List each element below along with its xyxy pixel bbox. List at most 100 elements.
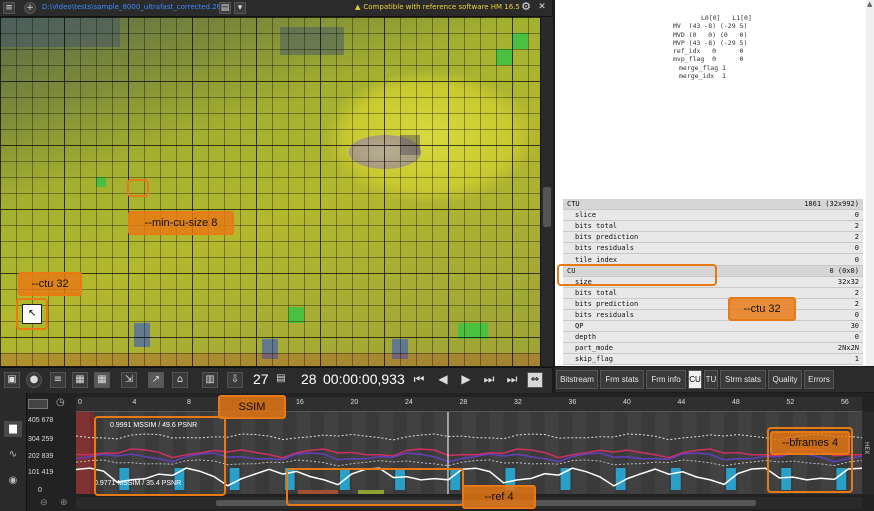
ref-highlight — [286, 468, 464, 506]
cu-grid-toggle-icon[interactable]: ▦ — [94, 372, 110, 388]
cu-block — [512, 33, 528, 49]
side-tab[interactable]: HEX — [863, 442, 870, 454]
video-frame-view[interactable] — [0, 17, 540, 366]
mvp-line: MVP (43 -8) (-29 5) — [673, 38, 748, 47]
cu-block — [400, 135, 420, 155]
tab-quality[interactable]: Quality — [768, 370, 802, 389]
ctu-callout-left: --ctu 32 — [18, 272, 82, 296]
eye-icon[interactable]: ◉ — [4, 473, 22, 489]
mvp-flag-line: mvp_flag 0 0 — [673, 55, 744, 64]
mv-line: MV (43 -8) (-29 5) — [673, 22, 748, 31]
tab-cu[interactable]: CU — [688, 370, 702, 389]
cu-table-row[interactable]: CTU 1861 (32x992) — [563, 199, 863, 211]
cu-table-row[interactable]: slice 0 — [563, 209, 863, 222]
frame-icon[interactable]: ▥ — [202, 372, 218, 388]
cu-row — [0, 353, 540, 366]
cu-table-row[interactable]: bits prediction 2 — [563, 298, 863, 310]
playback-toolbar: ▣ ● ≡ ▦ ▦ ⇲ ↗ ⌂ ▥ ⇩ 27 ▤ 28 00:00:00,933… — [0, 367, 552, 393]
tab-bitstream[interactable]: Bitstream — [556, 370, 598, 389]
zoom-out-icon[interactable]: ⊖ — [40, 498, 48, 508]
motion-vector-icon[interactable]: ↗ — [148, 372, 164, 388]
split-icon[interactable]: ⇲ — [121, 372, 137, 388]
bar-graph-icon[interactable]: ▆ — [4, 421, 22, 437]
tab-errors[interactable]: Errors — [804, 370, 834, 389]
play-icon[interactable]: ▶ — [458, 372, 474, 388]
tab-frm-stats[interactable]: Frm stats — [600, 370, 644, 389]
color-icon[interactable]: ● — [26, 372, 42, 388]
cu-field-name: bits residuals — [563, 309, 727, 322]
cu-table-row[interactable]: bits residuals 0 — [563, 242, 863, 255]
recent-files-icon[interactable]: ▾ — [234, 2, 246, 14]
video-vertical-scrollbar[interactable] — [540, 17, 553, 366]
frame-next[interactable]: 28 — [301, 371, 317, 387]
cu-table-row[interactable]: depth 0 — [563, 331, 863, 344]
y-label: 202 839 — [28, 453, 54, 460]
cu-table-row[interactable]: bits prediction 2 — [563, 231, 863, 244]
step-back-icon[interactable]: ◀ — [435, 372, 451, 388]
cu-table-row[interactable]: bits total 2 — [563, 220, 863, 233]
cu-table-row[interactable]: QP 30 — [563, 320, 863, 333]
ruler-tick: 0 — [78, 399, 82, 406]
frame-band — [517, 412, 532, 494]
file-toolbar: ≡ + D:\Video\tests\sample_8000_ultrafast… — [0, 0, 552, 17]
timecode[interactable]: 00:00:00,933 — [323, 371, 405, 387]
skip-end-icon[interactable]: ⏭ — [504, 372, 520, 388]
cu-block — [288, 307, 304, 323]
frame-band — [627, 412, 642, 494]
skip-start-icon[interactable]: ⏮ — [411, 372, 427, 388]
ruler-tick: 48 — [732, 399, 740, 406]
list-view-icon[interactable]: ≡ — [50, 372, 66, 388]
scrollbar-thumb[interactable] — [543, 187, 551, 227]
cu-table-row[interactable]: bits total 2 — [563, 287, 863, 299]
tab-frm-info[interactable]: Frm info — [646, 370, 686, 389]
cu-field-value: 1861 (32x992) — [726, 199, 863, 211]
frame-ruler[interactable]: 048121620242832364044485256 — [76, 397, 862, 412]
line-graph-icon[interactable]: ∿ — [4, 447, 22, 463]
frame-current[interactable]: 27 — [253, 371, 269, 387]
tab-strm-stats[interactable]: Strm stats — [720, 370, 766, 389]
file-path[interactable]: D:\Video\tests\sample_8000_ultrafast_cor… — [42, 3, 226, 11]
close-icon[interactable]: ✕ — [536, 2, 548, 14]
frame-step-icon[interactable]: ▤ — [273, 372, 289, 388]
cu-table-row[interactable]: skip_flag 1 — [563, 353, 863, 366]
cu-table-row[interactable]: bits residuals 0 — [563, 309, 863, 322]
open-folder-icon[interactable]: ▤ — [219, 2, 231, 14]
image-view-icon[interactable]: ▣ — [4, 372, 20, 388]
frame-band — [241, 412, 256, 494]
ruler-tick: 52 — [786, 399, 795, 406]
app-menu-icon[interactable]: ≡ — [3, 2, 15, 14]
cu-field-name: bits total — [563, 287, 727, 299]
cu-field-value: 0 (0x0) — [726, 265, 863, 277]
frame-band — [462, 412, 476, 494]
cu-block — [496, 49, 512, 65]
cu-field-name: part_mode — [563, 342, 727, 355]
add-icon[interactable]: + — [24, 2, 36, 14]
cu-table-row[interactable]: part_mode 2Nx2N — [563, 342, 863, 355]
cu-field-name: QP — [563, 320, 727, 333]
compat-status: ▲ Compatible with reference software HM 1… — [355, 3, 520, 11]
zoom-slider[interactable] — [28, 399, 48, 409]
b-frame-bar — [670, 468, 681, 490]
cu-field-name: bits prediction — [563, 298, 727, 310]
cu-field-value: 2 — [726, 220, 863, 233]
settings-gear-icon[interactable]: ⚙ — [520, 1, 532, 14]
graph-side-panel: HEX — [862, 412, 874, 494]
info-scrollbar[interactable]: ▲ — [866, 0, 874, 366]
frame-band — [269, 412, 283, 494]
step-forward-icon[interactable]: ⏭ — [481, 372, 497, 388]
ctu-highlight — [16, 298, 48, 330]
ref-idx-line: ref_idx 0 0 — [673, 47, 744, 56]
export-icon[interactable]: ⇩ — [227, 372, 243, 388]
timer-icon[interactable]: ◷ — [56, 397, 65, 408]
zoom-in-icon[interactable]: ⊕ — [60, 498, 68, 508]
fullscreen-icon[interactable]: ⇔ — [527, 372, 543, 388]
cu-block — [472, 323, 488, 339]
scroll-up-icon[interactable]: ▲ — [867, 0, 872, 8]
ruler-tick: 56 — [841, 399, 849, 406]
grid-view-icon[interactable]: ▦ — [72, 372, 88, 388]
tab-tu[interactable]: TU — [704, 370, 718, 389]
mvd-line: MVD (0 0) (0 0) — [673, 30, 748, 39]
info-tabs: Bitstream Frm stats Frm info CU TU Strm stats… — [555, 367, 874, 392]
transform-icon[interactable]: ⌂ — [172, 372, 188, 388]
cu-field-value: 0 — [726, 331, 863, 344]
